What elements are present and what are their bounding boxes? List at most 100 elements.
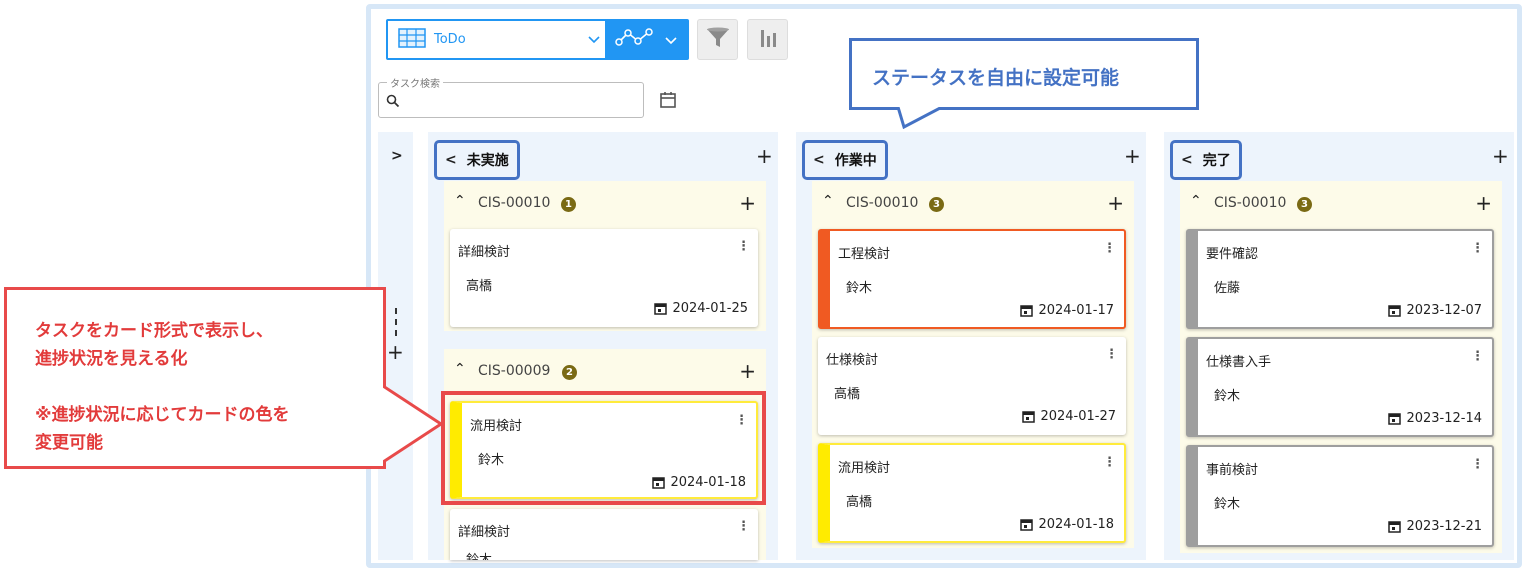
task-card[interactable]: 詳細検討 ⋮ 高橋 2024-01-25 [450,229,758,327]
column-title-box[interactable]: < 完了 [1170,140,1242,180]
group-count-badge: 3 [929,197,944,212]
card-title: 流用検討 [838,461,891,476]
group-header: ⌃ CIS-00010 1 + [444,181,766,227]
add-task-button[interactable]: + [1492,144,1509,168]
card-assignee: 鈴木 [1214,497,1241,512]
column-title: 作業中 [834,153,877,169]
callout-text: ステータスを自由に設定可能 [872,67,1120,89]
card-title: 仕様検討 [826,353,879,368]
group-header: ⌃ CIS-00010 3 + [812,181,1134,227]
status-column-in-progress: < 作業中 + ⌃ CIS-00010 3 + 工程検討 ⋮ 鈴木 2024-0… [796,132,1146,560]
group-count-badge: 3 [1297,197,1312,212]
group-name: CIS-00010 [846,195,919,211]
calendar-icon [1020,305,1034,317]
card-due-date: 2024-01-27 [1022,409,1116,424]
card-assignee: 佐藤 [1214,281,1241,296]
card-due-date: 2023-12-21 [1388,519,1482,534]
more-vert-icon[interactable]: ⋮ [1103,455,1116,470]
more-vert-icon[interactable]: ⋮ [1471,349,1484,364]
calendar-button[interactable] [658,90,678,110]
more-vert-icon[interactable]: ⋮ [1471,241,1484,256]
callout-text: 進捗状況を見える化 [35,349,188,369]
card-assignee: 高橋 [466,279,493,294]
card-date-text: 2024-01-25 [672,301,748,316]
group-count-badge: 1 [561,197,576,212]
card-assignee: 鈴木 [846,281,873,296]
callout-card-format: タスクをカード形式で表示し、 進捗状況を見える化 ※進捗状況に応じてカードの色を… [4,287,386,469]
callout-text: 変更可能 [35,433,103,453]
callout-pointer [896,107,943,129]
add-column-button[interactable]: + [387,340,404,364]
filter-button[interactable] [697,19,738,60]
card-assignee: 高橋 [834,387,861,402]
group-header: ⌃ CIS-00009 2 + [444,349,766,395]
chart-button[interactable] [747,19,788,60]
task-card[interactable]: 要件確認 ⋮ 佐藤 2023-12-07 [1186,229,1494,329]
view-selector[interactable]: ToDo [386,19,607,60]
status-column-done: < 完了 + ⌃ CIS-00010 3 + 要件確認 ⋮ 佐藤 2023-12… [1164,132,1514,560]
highlight-frame [441,391,766,505]
chevron-up-icon[interactable]: ⌃ [1190,193,1202,209]
add-task-button[interactable]: + [1124,144,1141,168]
callout-status: ステータスを自由に設定可能 [849,38,1199,110]
more-vert-icon[interactable]: ⋮ [737,519,750,534]
column-title: 未実施 [466,153,509,169]
column-title: 完了 [1202,153,1231,169]
calendar-icon [1020,519,1034,531]
card-assignee: 鈴木 [1214,389,1241,404]
more-vert-icon[interactable]: ⋮ [1103,241,1116,256]
card-title: 仕様書入手 [1206,355,1272,370]
calendar-icon [658,92,678,114]
task-card[interactable]: 仕様検討 ⋮ 高橋 2024-01-27 [818,337,1126,435]
task-group: ⌃ CIS-00010 1 + 詳細検討 ⋮ 高橋 2024-01-25 [444,181,766,331]
chevron-down-icon [583,35,605,44]
column-title-box[interactable]: < 未実施 [434,140,520,180]
card-due-date: 2024-01-25 [654,301,748,316]
group-name: CIS-00009 [478,363,551,379]
task-search-field[interactable]: タスク検索 [378,75,644,118]
collapse-chevron-icon[interactable]: < [445,152,457,168]
task-card[interactable]: 事前検討 ⋮ 鈴木 2023-12-21 [1186,445,1494,547]
more-vert-icon[interactable]: ⋮ [1105,347,1118,362]
calendar-icon [1388,305,1402,317]
card-date-text: 2023-12-21 [1406,519,1482,534]
more-vert-icon[interactable]: ⋮ [1471,457,1484,472]
collapse-chevron-icon[interactable]: < [813,152,825,168]
view-selector-label: ToDo [434,32,466,47]
chevron-up-icon[interactable]: ⌃ [454,361,466,377]
card-title: 要件確認 [1206,247,1259,262]
card-date-text: 2023-12-07 [1406,303,1482,318]
card-assignee: 高橋 [846,495,873,510]
expand-chevron-icon[interactable]: > [391,148,403,164]
card-title: 詳細検討 [458,525,511,540]
add-task-button[interactable]: + [756,144,773,168]
card-title: 事前検討 [1206,463,1259,478]
task-group: ⌃ CIS-00010 3 + 要件確認 ⋮ 佐藤 2023-12-07 仕様書… [1180,181,1502,553]
group-header: ⌃ CIS-00010 3 + [1180,181,1502,227]
filter-icon [705,26,731,54]
task-card[interactable]: 工程検討 ⋮ 鈴木 2024-01-17 [818,229,1126,329]
card-date-text: 2024-01-18 [1038,517,1114,532]
visualization-selector[interactable] [607,19,689,60]
chevron-up-icon[interactable]: ⌃ [822,193,834,209]
add-group-task-button[interactable]: + [739,191,756,215]
add-group-task-button[interactable]: + [1475,191,1492,215]
divider [395,308,397,336]
task-search-input[interactable] [405,89,635,111]
card-due-date: 2024-01-18 [1020,517,1114,532]
column-title-box[interactable]: < 作業中 [802,140,888,180]
line-chart-icon [615,26,653,54]
more-vert-icon[interactable]: ⋮ [737,239,750,254]
group-count-badge: 2 [562,365,577,380]
calendar-icon [654,303,668,315]
collapse-chevron-icon[interactable]: < [1181,152,1193,168]
task-card[interactable]: 流用検討 ⋮ 高橋 2024-01-18 [818,443,1126,543]
task-card[interactable]: 仕様書入手 ⋮ 鈴木 2023-12-14 [1186,337,1494,437]
card-due-date: 2023-12-07 [1388,303,1482,318]
add-group-task-button[interactable]: + [1107,191,1124,215]
task-card[interactable]: 詳細検討 ⋮ 鈴木 [450,509,758,560]
card-date-text: 2024-01-27 [1040,409,1116,424]
add-group-task-button[interactable]: + [739,359,756,383]
callout-pointer [383,384,444,464]
chevron-up-icon[interactable]: ⌃ [454,193,466,209]
